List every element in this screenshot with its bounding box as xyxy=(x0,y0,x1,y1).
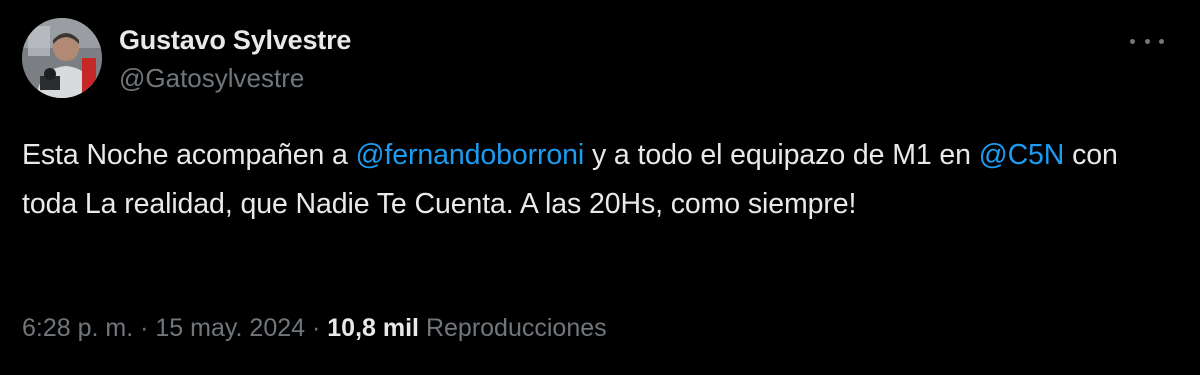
avatar[interactable] xyxy=(22,18,102,98)
meta-separator: · xyxy=(312,314,321,342)
tweet-time[interactable]: 6:28 p. m. xyxy=(22,314,133,342)
tweet-meta: 6:28 p. m. · 15 may. 2024 · 10,8 mil Rep… xyxy=(22,311,607,345)
author-handle[interactable]: @Gatosylvestre xyxy=(119,61,351,95)
avatar-image xyxy=(22,18,102,98)
meta-separator: · xyxy=(140,314,149,342)
author-info: Gustavo Sylvestre @Gatosylvestre xyxy=(119,22,351,95)
author-display-name[interactable]: Gustavo Sylvestre xyxy=(119,22,351,58)
mention-link[interactable]: @fernandoborroni xyxy=(356,139,585,171)
tweet-text-segment: Esta Noche acompañen a xyxy=(22,139,356,171)
tweet-date[interactable]: 15 may. 2024 xyxy=(155,314,305,342)
more-options-button[interactable] xyxy=(1130,34,1164,48)
mention-link[interactable]: @C5N xyxy=(979,139,1065,171)
views-count: 10,8 mil xyxy=(327,314,420,342)
views-label: Reproducciones xyxy=(425,314,607,342)
tweet-text: Esta Noche acompañen a @fernandoborroni … xyxy=(22,131,1172,229)
tweet-card: Gustavo Sylvestre @Gatosylvestre Esta No… xyxy=(0,0,1200,375)
more-horizontal-icon xyxy=(1144,38,1150,44)
more-horizontal-icon xyxy=(1130,38,1135,44)
more-horizontal-icon xyxy=(1159,38,1164,44)
tweet-text-segment: y a todo el equipazo de M1 en xyxy=(584,139,979,171)
